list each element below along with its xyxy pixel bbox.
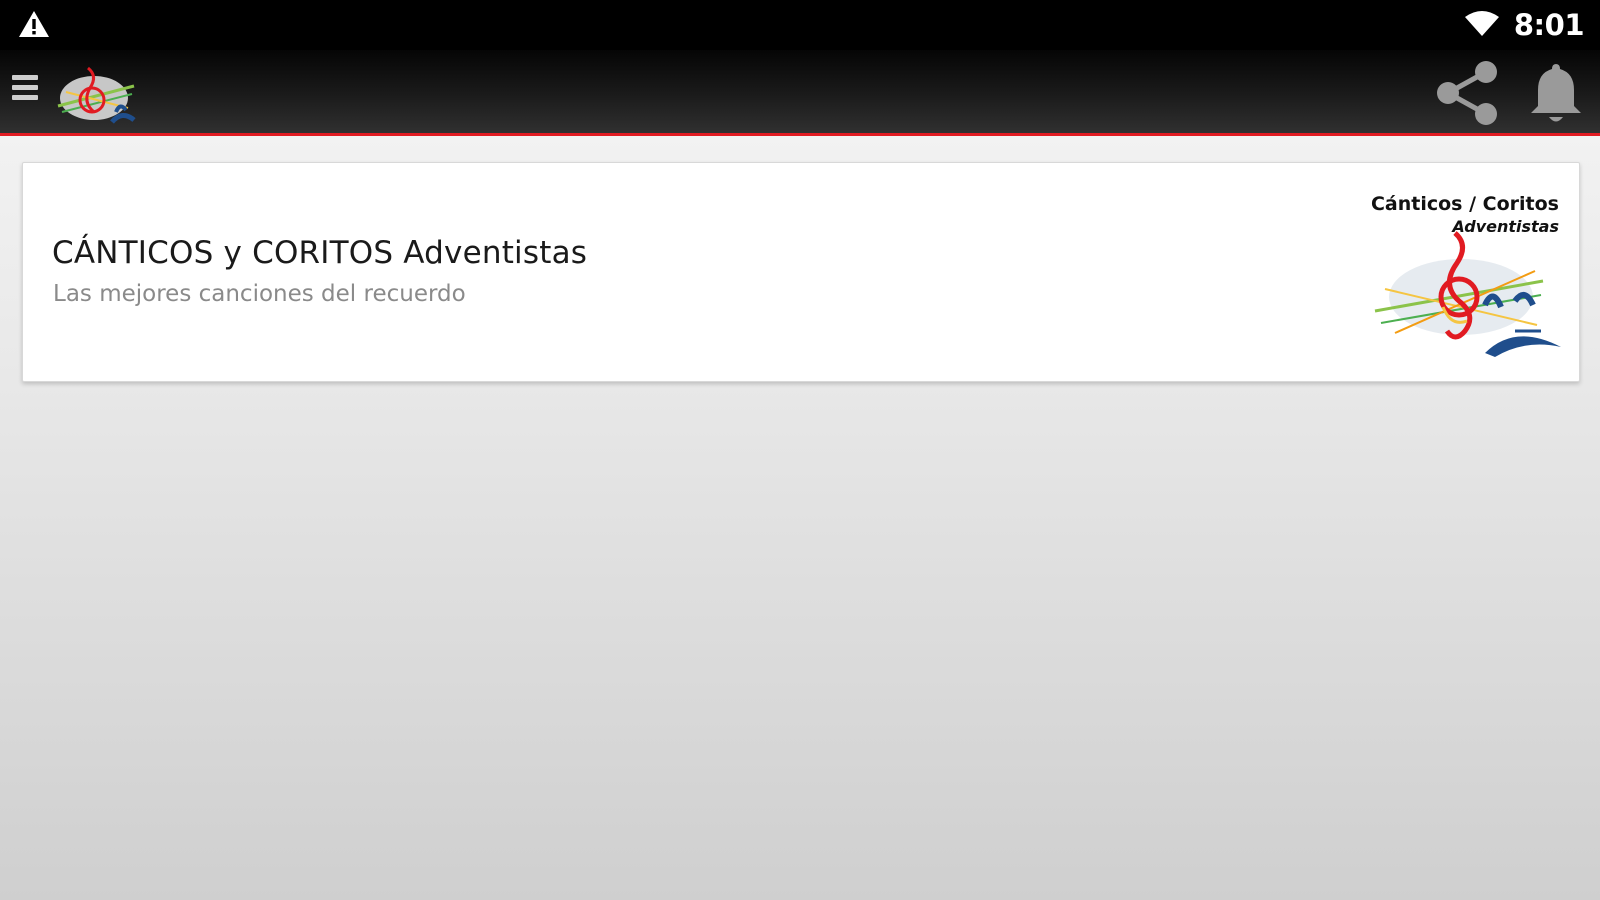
status-bar: 8:01	[0, 0, 1600, 50]
menu-icon[interactable]	[12, 70, 40, 108]
wifi-icon	[1465, 11, 1499, 36]
app-bar	[0, 50, 1600, 136]
card-logo-text-line1: Cánticos / Coritos	[1370, 193, 1559, 215]
share-icon[interactable]	[1434, 58, 1504, 128]
card-subtitle: Las mejores canciones del recuerdo	[53, 281, 466, 307]
card-title: CÁNTICOS y CORITOS Adventistas	[52, 235, 588, 271]
bell-icon[interactable]	[1526, 60, 1586, 126]
warning-icon	[19, 11, 49, 37]
card-logo: Cánticos / Coritos Adventistas	[1365, 187, 1565, 367]
status-clock: 8:01	[1513, 8, 1585, 42]
app-logo	[57, 66, 136, 124]
app-card[interactable]: CÁNTICOS y CORITOS Adventistas Las mejor…	[22, 162, 1580, 382]
card-logo-graphic	[1374, 231, 1561, 357]
